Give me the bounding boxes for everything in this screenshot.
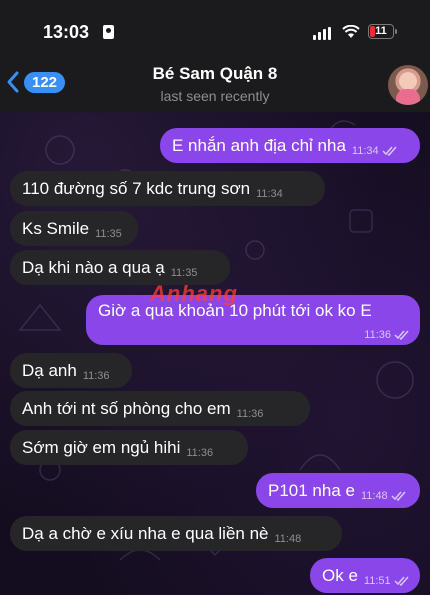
cellular-signal-icon	[313, 27, 331, 40]
status-bar: 13:03 11	[0, 0, 430, 60]
outgoing-message[interactable]: E nhắn anh địa chỉ nha 11:34	[160, 128, 420, 163]
read-receipt-icon	[382, 146, 397, 156]
battery-icon: 11	[368, 24, 394, 39]
message-text: E nhắn anh địa chỉ nha	[172, 135, 346, 155]
wifi-icon	[342, 25, 360, 38]
message-text: 110 đường số 7 kdc trung sơn	[22, 178, 251, 198]
contact-card-icon	[103, 25, 114, 39]
incoming-message[interactable]: Sớm giờ em ngủ hihi 11:36	[10, 430, 248, 465]
outgoing-message[interactable]: Giờ a qua khoản 10 phút tới ok ko E 11:36	[86, 295, 420, 345]
chat-title[interactable]: Bé Sam Quận 8	[0, 64, 430, 84]
message-time: 11:48	[274, 532, 302, 545]
message-time: 11:36	[186, 446, 214, 459]
incoming-message[interactable]: Anh tới nt số phòng cho em 11:36	[10, 391, 310, 426]
outgoing-message[interactable]: Ok e 11:51	[310, 558, 420, 593]
message-text: P101 nha e	[268, 480, 355, 500]
message-text: Dạ anh	[22, 360, 77, 380]
incoming-message[interactable]: 110 đường số 7 kdc trung sơn 11:34	[10, 171, 325, 206]
message-text: Ks Smile	[22, 218, 90, 238]
message-time: 11:36	[236, 407, 264, 420]
message-text: Anh tới nt số phòng cho em	[22, 398, 231, 418]
incoming-message[interactable]: Dạ khi nào a qua ạ 11:35	[10, 250, 230, 285]
outgoing-message[interactable]: P101 nha e 11:48	[256, 473, 420, 508]
message-time: 11:51	[363, 574, 391, 587]
message-time: 11:34	[351, 144, 379, 157]
message-time: 11:36	[82, 369, 110, 382]
read-receipt-icon	[394, 576, 409, 586]
message-time: 11:35	[170, 266, 198, 279]
watermark: Anhang	[150, 281, 238, 306]
message-time: 11:35	[95, 227, 122, 240]
message-text: Dạ a chờ e xíu nha e qua liền nè	[22, 523, 269, 543]
message-text: Sớm giờ em ngủ hihi	[22, 437, 181, 457]
chat-header: 122 Bé Sam Quận 8 last seen recently	[0, 60, 430, 112]
last-seen-status: last seen recently	[160, 88, 270, 104]
status-time: 13:03	[43, 22, 90, 42]
message-text: Dạ khi nào a qua ạ	[22, 257, 165, 277]
incoming-message[interactable]: Dạ a chờ e xíu nha e qua liền nè 11:48	[10, 516, 342, 551]
message-time: 11:36	[364, 329, 391, 341]
read-receipt-icon	[394, 330, 409, 340]
message-time: 11:34	[256, 187, 283, 200]
battery-level: 11	[375, 25, 387, 37]
message-text: Ok e	[322, 565, 358, 585]
incoming-message[interactable]: Ks Smile 11:35	[10, 211, 138, 246]
read-receipt-icon	[391, 491, 406, 501]
incoming-message[interactable]: Dạ anh 11:36	[10, 353, 132, 388]
avatar[interactable]	[388, 65, 428, 105]
message-time: 11:48	[360, 489, 388, 502]
